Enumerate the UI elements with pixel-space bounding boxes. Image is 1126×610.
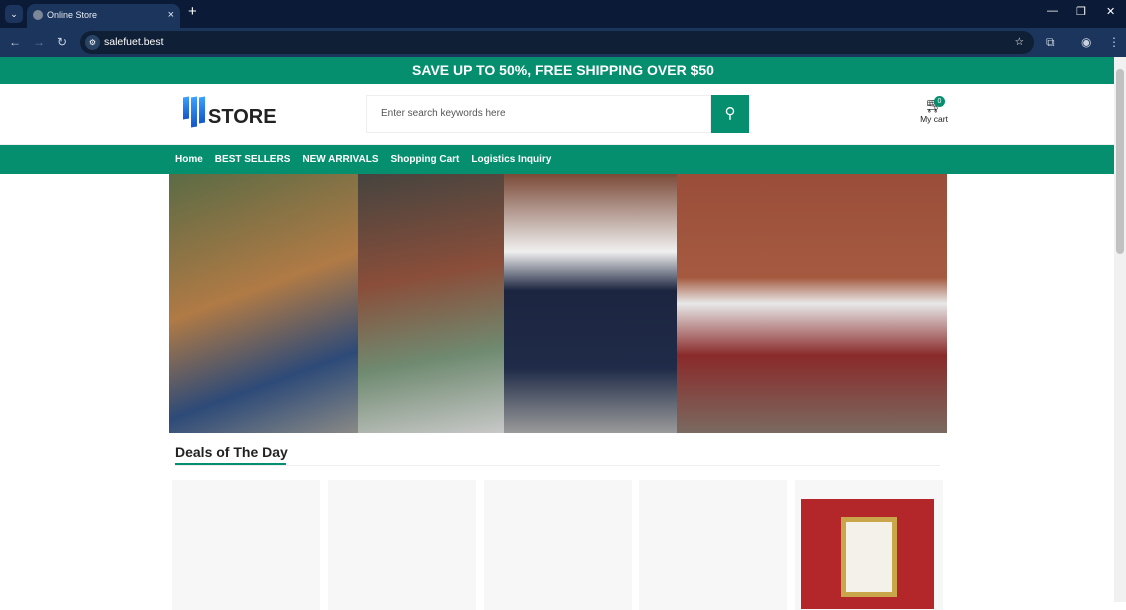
profile-icon[interactable]: ◉ — [1081, 35, 1091, 49]
more-menu-icon[interactable]: ⋮ — [1108, 35, 1120, 49]
hero-image-2 — [358, 174, 504, 433]
tab-search-button[interactable]: ⌄ — [5, 5, 23, 23]
heading-underline — [175, 463, 286, 465]
forward-icon[interactable]: → — [33, 35, 45, 49]
browser-tab-bar: ⌄ Online Store × + — ❐ ✕ — [0, 0, 1126, 28]
search-button[interactable]: ⚲ — [711, 95, 749, 133]
search-icon: ⚲ — [724, 105, 736, 122]
browser-toolbar: ← → ↻ ⚙ salefuet.best ☆ ⧉ ◉ ⋮ — [0, 28, 1126, 57]
bookmark-star-icon[interactable]: ☆ — [1015, 31, 1024, 54]
logo-text: STORE — [208, 106, 277, 128]
logo-mark-icon — [183, 96, 205, 128]
search-input[interactable]: Enter search keywords here — [366, 95, 711, 133]
product-image-watch[interactable] — [801, 499, 934, 609]
page-scrollbar[interactable] — [1114, 57, 1126, 602]
store-logo[interactable]: STORE — [183, 96, 277, 128]
minimize-icon[interactable]: — — [1047, 5, 1058, 17]
nav-shopping-cart[interactable]: Shopping Cart — [390, 154, 459, 165]
nav-home[interactable]: Home — [175, 154, 203, 165]
close-tab-icon[interactable]: × — [168, 4, 174, 26]
product-card[interactable] — [484, 480, 632, 610]
site-header: STORE Enter search keywords here ⚲ 🛒︎ 0 … — [0, 84, 1126, 145]
promo-banner: SAVE UP TO 50%, FREE SHIPPING OVER $50 — [0, 57, 1126, 84]
divider — [175, 465, 940, 466]
hero-image-4 — [677, 174, 947, 433]
reload-icon[interactable]: ↻ — [57, 35, 67, 49]
restore-icon[interactable]: ❐ — [1076, 5, 1086, 18]
extensions-icon[interactable]: ⧉ — [1046, 35, 1055, 50]
globe-icon — [33, 10, 43, 20]
cart-label: My cart — [920, 114, 948, 124]
scrollbar-thumb[interactable] — [1116, 69, 1124, 254]
hero-image-3 — [504, 174, 677, 433]
main-nav: Home BEST SELLERS NEW ARRIVALS Shopping … — [0, 145, 1126, 174]
site-info-icon[interactable]: ⚙ — [85, 35, 100, 50]
close-window-icon[interactable]: ✕ — [1106, 5, 1115, 18]
nav-logistics-inquiry[interactable]: Logistics Inquiry — [471, 154, 551, 165]
product-card[interactable] — [328, 480, 476, 610]
hero-banner[interactable] — [169, 174, 947, 433]
hero-image-1 — [169, 174, 358, 433]
cart-button[interactable]: 🛒︎ 0 My cart — [918, 96, 950, 124]
nav-best-sellers[interactable]: BEST SELLERS — [215, 154, 291, 165]
back-icon[interactable]: ← — [9, 35, 21, 49]
url-text: salefuet.best — [104, 36, 164, 48]
product-card[interactable] — [639, 480, 787, 610]
tab-title: Online Store — [47, 10, 98, 20]
nav-new-arrivals[interactable]: NEW ARRIVALS — [302, 154, 378, 165]
cart-count-badge: 0 — [934, 96, 945, 107]
browser-tab[interactable]: Online Store × — [27, 4, 180, 28]
address-bar[interactable]: ⚙ salefuet.best ☆ — [80, 31, 1034, 54]
product-card[interactable] — [172, 480, 320, 610]
new-tab-button[interactable]: + — [188, 3, 197, 20]
deals-heading: Deals of The Day — [175, 444, 288, 460]
